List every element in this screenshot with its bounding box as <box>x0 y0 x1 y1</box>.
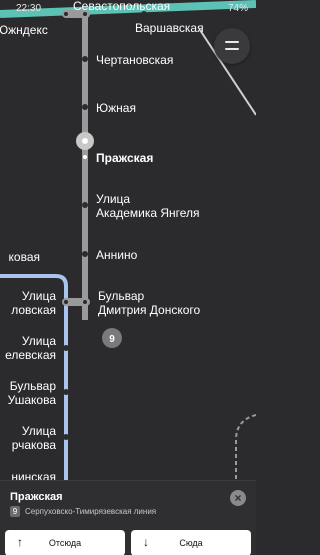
status-time: 22:30 <box>16 3 42 14</box>
label-left-6[interactable]: Бульвар <box>10 379 57 393</box>
label-donskogo-line2[interactable]: Дмитрия Донского <box>98 303 201 317</box>
label-yuzhnaya[interactable]: Южная <box>96 101 136 115</box>
transfer-dot-right <box>83 300 87 304</box>
transfer-dot-left <box>64 300 68 304</box>
label-top-left[interactable]: Южндекс <box>0 23 48 37</box>
to-here-label: Сюда <box>179 538 203 548</box>
station-dot-annino[interactable] <box>82 251 88 257</box>
station-dot-prazhskaya-marker <box>83 155 87 159</box>
station-dot-chertanovskaya[interactable] <box>82 56 88 62</box>
label-prazhskaya[interactable]: Пражская <box>96 151 153 165</box>
label-left-1[interactable]: ковая <box>9 250 40 264</box>
label-left-9[interactable]: рчакова <box>12 438 57 452</box>
close-icon: × <box>234 491 242 505</box>
label-left-3[interactable]: ловская <box>11 303 56 317</box>
to-here-button[interactable]: ↓ Сюда <box>131 530 251 555</box>
label-chertanovskaya[interactable]: Чертановская <box>96 53 173 67</box>
sheet-station-title: Пражская <box>10 491 63 503</box>
line-9-badge-label: 9 <box>109 334 115 345</box>
station-dot-blue-2[interactable] <box>63 389 69 395</box>
metro-map[interactable]: 9 Южндекс Севастопольская Варшавская Чер… <box>0 0 256 555</box>
station-sheet: Пражская × 9 Серпуховско-Тимирязевская л… <box>0 480 256 555</box>
from-here-button[interactable]: ↑ Отсюда <box>5 530 125 555</box>
station-dot-blue-1[interactable] <box>63 345 69 351</box>
label-left-2[interactable]: Улица <box>22 289 56 303</box>
menu-icon-bar-bottom <box>225 48 239 50</box>
line-name: Серпуховско-Тимирязевская линия <box>25 507 157 516</box>
station-dot-prazhskaya-inner <box>82 138 88 144</box>
label-yangelya-line2[interactable]: Академика Янгеля <box>96 206 200 220</box>
label-left-4[interactable]: Улица <box>22 334 56 348</box>
menu-button[interactable] <box>214 28 250 64</box>
metro-map-screen: 9 Южндекс Севастопольская Варшавская Чер… <box>0 0 256 555</box>
station-dot-yangelya[interactable] <box>82 202 88 208</box>
label-left-7[interactable]: Ушакова <box>8 393 57 407</box>
label-yangelya-line1[interactable]: Улица <box>96 192 130 206</box>
label-annino[interactable]: Аннино <box>96 248 138 262</box>
station-dot-blue-3[interactable] <box>63 434 69 440</box>
station-dot-yuzhnaya[interactable] <box>82 104 88 110</box>
menu-icon-bar-top <box>225 41 239 43</box>
label-left-8[interactable]: Улица <box>22 424 56 438</box>
status-bar: 22:30 74% <box>0 0 256 18</box>
label-donskogo-line1[interactable]: Бульвар <box>98 289 145 303</box>
status-battery: 74% <box>227 3 248 14</box>
from-here-label: Отсюда <box>48 538 82 548</box>
line-number-badge: 9 <box>10 506 20 517</box>
line-dashed <box>235 414 256 480</box>
label-left-5[interactable]: елевская <box>5 348 56 362</box>
close-button[interactable]: × <box>230 490 246 506</box>
label-varshavskaya[interactable]: Варшавская <box>135 21 204 35</box>
